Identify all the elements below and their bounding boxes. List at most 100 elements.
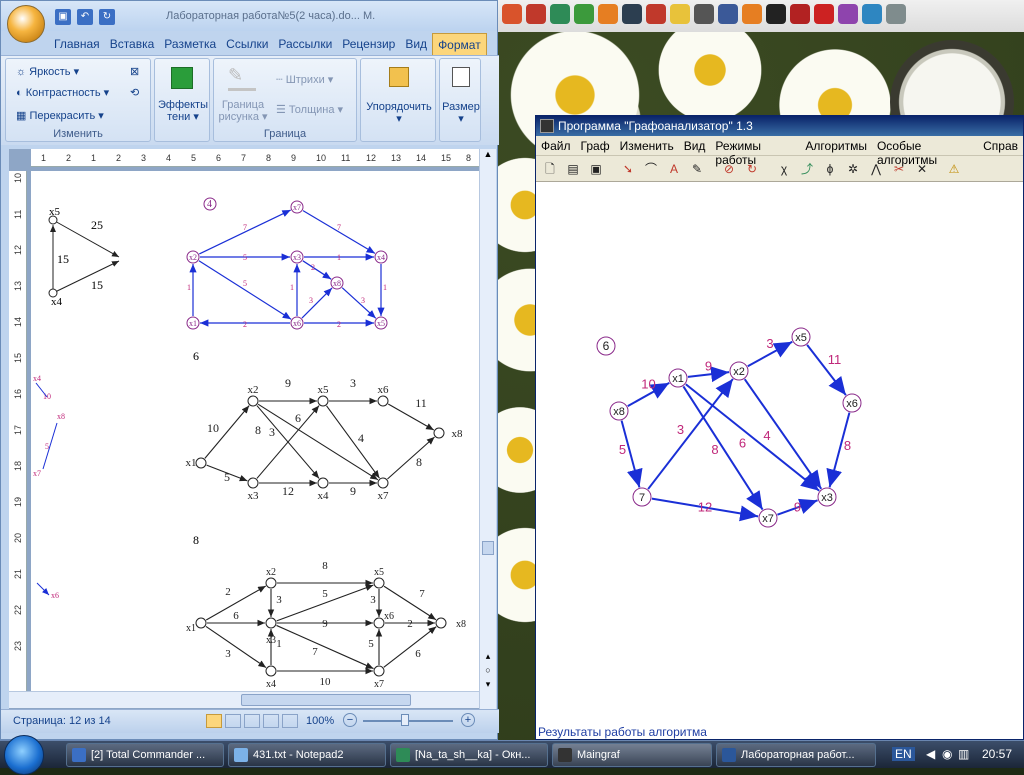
tab-insert[interactable]: Вставка bbox=[105, 33, 160, 55]
picture-border-button[interactable]: Граница рисунка ▾ bbox=[216, 99, 270, 123]
warning-icon[interactable]: ⚠ bbox=[944, 159, 964, 179]
draft-icon[interactable] bbox=[282, 714, 298, 728]
app-icon[interactable] bbox=[574, 4, 594, 24]
save-icon[interactable]: ▣ bbox=[586, 159, 606, 179]
brightness-button[interactable]: ☼ Яркость ▾ bbox=[16, 65, 79, 78]
menu-modes[interactable]: Режимы работы bbox=[710, 136, 800, 167]
app-icon[interactable] bbox=[670, 4, 690, 24]
ruler-tick-label: 22 bbox=[13, 605, 23, 615]
taskbar-item-notepad[interactable]: 431.txt - Notepad2 bbox=[228, 743, 386, 767]
tab-review[interactable]: Рецензир bbox=[337, 33, 400, 55]
path-icon[interactable]: ⤴ bbox=[797, 159, 817, 179]
app-icon[interactable] bbox=[838, 4, 858, 24]
zoom-slider-thumb[interactable] bbox=[401, 714, 409, 726]
app-icon[interactable] bbox=[694, 4, 714, 24]
web-layout-icon[interactable] bbox=[244, 714, 260, 728]
cross-icon[interactable]: ✕ bbox=[912, 159, 932, 179]
undo-icon[interactable]: ↶ bbox=[77, 9, 93, 25]
weight-button[interactable]: ☰ Толщина ▾ bbox=[276, 103, 343, 116]
app-icon[interactable] bbox=[598, 4, 618, 24]
tab-home[interactable]: Главная bbox=[49, 33, 105, 55]
start-button[interactable] bbox=[4, 735, 44, 775]
zoom-level[interactable]: 100% bbox=[306, 715, 334, 727]
app-icon[interactable] bbox=[718, 4, 738, 24]
vertical-scrollbar[interactable]: ▲ ▴ ○ ▾ bbox=[479, 149, 496, 709]
shadow-effects-button[interactable]: Эффекты тени ▾ bbox=[157, 99, 209, 123]
menu-special-algorithms[interactable]: Особые алгоритмы bbox=[872, 136, 978, 167]
menu-graph[interactable]: Граф bbox=[576, 136, 615, 155]
reset-picture-icon[interactable]: ⟲ bbox=[130, 86, 139, 99]
zoom-in-icon[interactable]: + bbox=[461, 713, 475, 727]
taskbar-item-total-commander[interactable]: [2] Total Commander ... bbox=[66, 743, 224, 767]
pointer-icon[interactable]: ➘ bbox=[618, 159, 638, 179]
new-icon[interactable]: 🗋 bbox=[540, 159, 560, 179]
open-icon[interactable]: ▤ bbox=[563, 159, 583, 179]
app-icon[interactable] bbox=[550, 4, 570, 24]
dashes-button[interactable]: ┄ Штрихи ▾ bbox=[276, 73, 333, 86]
size-button[interactable]: Размер ▾ bbox=[440, 101, 482, 125]
outline-icon[interactable] bbox=[263, 714, 279, 728]
tray-expand-icon[interactable]: ◀ bbox=[926, 747, 935, 761]
horizontal-scrollbar[interactable] bbox=[9, 691, 479, 708]
app-icon[interactable] bbox=[646, 4, 666, 24]
app-icon[interactable] bbox=[742, 4, 762, 24]
cut-icon[interactable]: ✂ bbox=[889, 159, 909, 179]
chi-icon[interactable]: χ bbox=[774, 159, 794, 179]
save-icon[interactable]: ▣ bbox=[55, 9, 71, 25]
tab-view[interactable]: Вид bbox=[400, 33, 432, 55]
menu-file[interactable]: Файл bbox=[536, 136, 576, 155]
taskbar-item-word[interactable]: Лабораторная работ... bbox=[716, 743, 876, 767]
graph-6: 9 3111068453812 9x2 x5 x6x1x3 x4 x7x8 bbox=[186, 376, 464, 502]
flow-icon[interactable]: ⋀ bbox=[866, 159, 886, 179]
app-icon[interactable] bbox=[526, 4, 546, 24]
chrome-icon[interactable] bbox=[862, 4, 882, 24]
tab-format[interactable]: Формат bbox=[432, 33, 487, 55]
menu-edit[interactable]: Изменить bbox=[615, 136, 679, 155]
taskbar-item-maingraf[interactable]: Maingraf bbox=[552, 743, 712, 767]
print-layout-icon[interactable] bbox=[206, 714, 222, 728]
app-icon[interactable] bbox=[622, 4, 642, 24]
scroll-thumb[interactable] bbox=[241, 694, 411, 706]
zoom-out-icon[interactable]: − bbox=[343, 713, 357, 727]
ruler-tick-label: 15 bbox=[13, 353, 23, 363]
phi-icon[interactable]: ϕ bbox=[820, 159, 840, 179]
text-icon[interactable]: A bbox=[664, 159, 684, 179]
edge-weight: 2 bbox=[243, 320, 247, 329]
language-indicator[interactable]: EN bbox=[892, 747, 915, 761]
tab-references[interactable]: Ссылки bbox=[221, 33, 273, 55]
node-label: x3 bbox=[266, 635, 276, 646]
pdf-icon[interactable] bbox=[814, 4, 834, 24]
tree-icon[interactable]: ✲ bbox=[843, 159, 863, 179]
arrange-button[interactable]: Упорядочить ▾ bbox=[363, 101, 435, 125]
volume-icon[interactable]: ◉ bbox=[942, 747, 952, 761]
menu-view[interactable]: Вид bbox=[679, 136, 711, 155]
curve-icon[interactable]: ⌒ bbox=[641, 159, 661, 179]
clock[interactable]: 20:57 bbox=[982, 747, 1012, 761]
app-icon[interactable] bbox=[766, 4, 786, 24]
contrast-button[interactable]: ◐ Контрастность ▾ bbox=[16, 86, 109, 99]
scroll-up-icon[interactable]: ▲ bbox=[482, 149, 494, 163]
stop-icon[interactable]: ⊘ bbox=[719, 159, 739, 179]
office-button[interactable] bbox=[7, 5, 45, 43]
refresh-icon[interactable]: ↻ bbox=[742, 159, 762, 179]
menu-algorithms[interactable]: Алгоритмы bbox=[800, 136, 872, 155]
network-icon[interactable]: ▥ bbox=[958, 747, 969, 761]
menu-help[interactable]: Справ bbox=[978, 136, 1023, 155]
page-count[interactable]: Страница: 12 из 14 bbox=[13, 715, 111, 727]
browse-object-icon[interactable]: ▴ ○ ▾ bbox=[482, 649, 494, 691]
recolor-button[interactable]: ▦ Перекрасить ▾ bbox=[16, 109, 104, 122]
firefox-icon[interactable] bbox=[502, 4, 522, 24]
tab-layout[interactable]: Разметка bbox=[159, 33, 221, 55]
edit-icon[interactable]: ✎ bbox=[687, 159, 707, 179]
reading-view-icon[interactable] bbox=[225, 714, 241, 728]
graph-canvas[interactable]: 6 9 3 11 10 5 3 8 6 4 8 12 9 x1 x2 x5 x8 x6 7 x7 x3 bbox=[536, 182, 1023, 727]
taskbar-item-window[interactable]: [Na_ta_sh__ka] - Окн... bbox=[390, 743, 548, 767]
graph-drawing: 6 9 3 11 10 5 3 8 6 4 8 12 9 x1 x2 x5 x8 x6 7 x7 x3 bbox=[596, 327, 862, 528]
scroll-thumb[interactable] bbox=[482, 541, 494, 555]
app-icon[interactable] bbox=[790, 4, 810, 24]
compress-icon[interactable]: ⊠ bbox=[130, 65, 139, 78]
tab-mailings[interactable]: Рассылки bbox=[273, 33, 337, 55]
node-label: x2 bbox=[266, 567, 276, 578]
redo-icon[interactable]: ↻ bbox=[99, 9, 115, 25]
app-icon[interactable] bbox=[886, 4, 906, 24]
